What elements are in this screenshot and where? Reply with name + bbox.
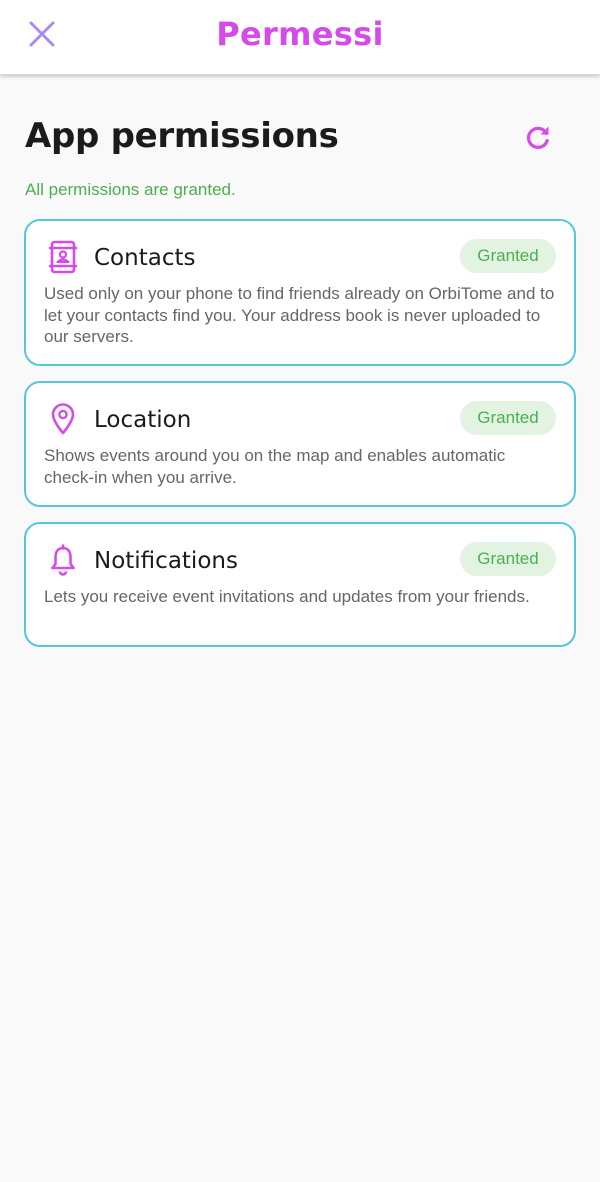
permission-title: Notifications: [94, 548, 238, 574]
permission-description: Lets you receive event invitations and u…: [44, 587, 530, 606]
bell-icon: [45, 542, 81, 578]
permission-description: Used only on your phone to find friends …: [44, 284, 555, 346]
permissions-status-text: All permissions are granted.: [25, 180, 236, 199]
app-bar-title: Permessi: [216, 15, 384, 53]
status-badge: Granted: [460, 542, 556, 576]
page-title: App permissions: [25, 116, 339, 156]
permission-card-contacts[interactable]: Contacts Granted Used only on your phone…: [24, 219, 576, 366]
contacts-icon: [45, 239, 81, 275]
permission-card-notifications[interactable]: Notifications Granted Lets you receive e…: [24, 522, 576, 647]
permission-card-location[interactable]: Location Granted Shows events around you…: [24, 381, 576, 507]
permission-title: Contacts: [94, 245, 196, 271]
permission-title: Location: [94, 407, 192, 433]
top-app-bar: Permessi: [0, 0, 600, 75]
status-badge: Granted: [460, 239, 556, 273]
status-badge: Granted: [460, 401, 556, 435]
location-pin-icon: [45, 401, 81, 437]
refresh-icon: [526, 126, 549, 149]
refresh-button[interactable]: [514, 114, 562, 160]
permission-description: Shows events around you on the map and e…: [44, 446, 506, 487]
